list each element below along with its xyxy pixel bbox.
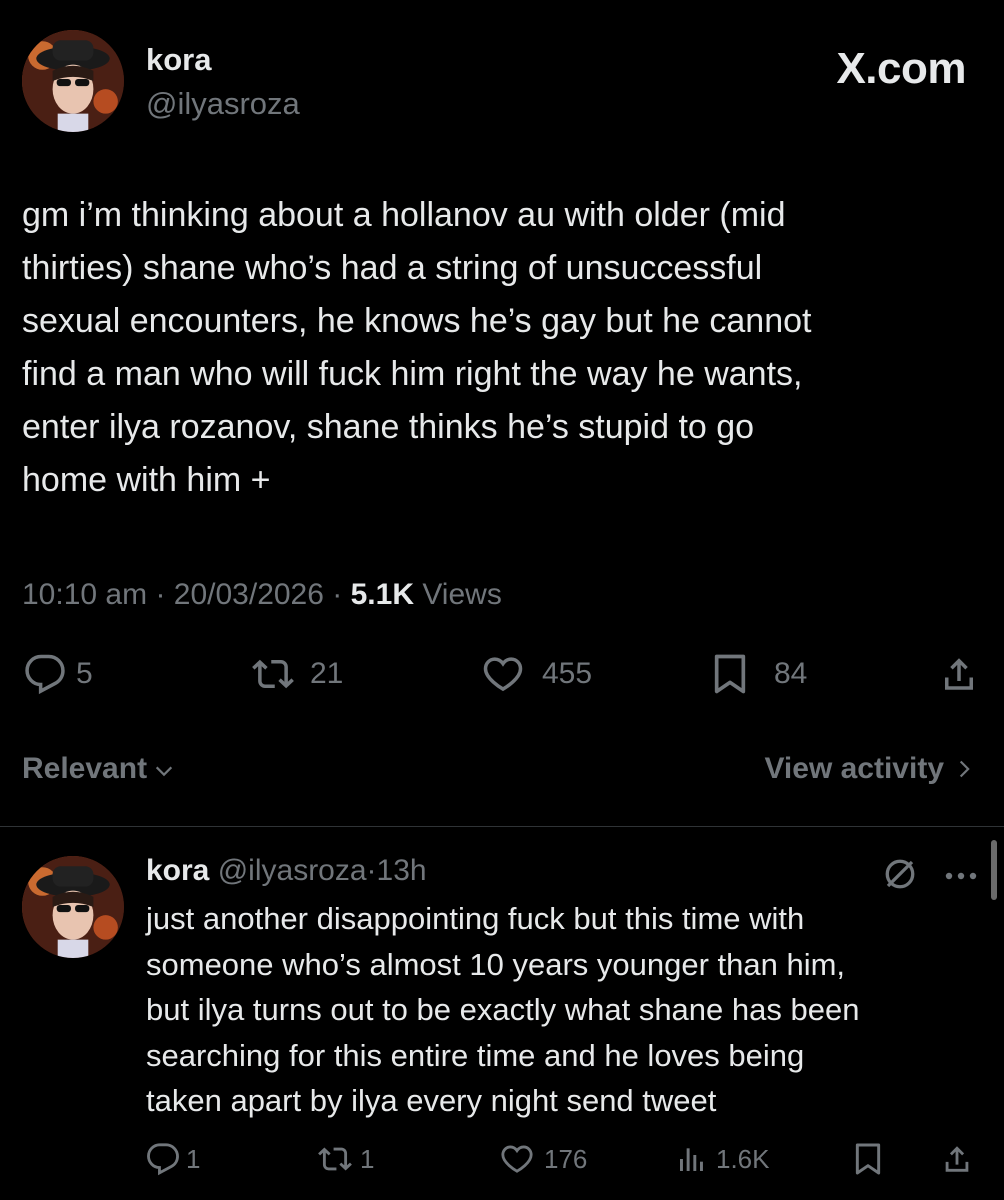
reply-repost-count: 1 bbox=[360, 1143, 375, 1174]
analytics-icon bbox=[680, 1148, 703, 1171]
share-button[interactable] bbox=[938, 652, 980, 696]
reply-views-button[interactable]: 1.6K bbox=[676, 1142, 770, 1176]
like-button[interactable]: 455 bbox=[480, 653, 592, 695]
post-text-line: home with him + bbox=[22, 461, 271, 499]
views-label: Views bbox=[422, 578, 502, 611]
meta-separator: · bbox=[332, 578, 343, 611]
reply-author-avatar[interactable] bbox=[22, 856, 124, 958]
post-text-line: enter ilya rozanov, shane thinks he’s st… bbox=[22, 408, 755, 446]
chevron-right-icon bbox=[959, 760, 970, 778]
repost-icon bbox=[318, 1147, 352, 1171]
reply-text-line: someone who’s almost 10 years younger th… bbox=[146, 946, 846, 982]
post-text-line: gm i’m thinking about a hollanov au with… bbox=[22, 196, 786, 234]
reply-bookmark-button[interactable] bbox=[852, 1141, 884, 1177]
meta-separator: · bbox=[155, 578, 166, 611]
post-meta: 10:10 am · 20/03/2026 · 5.1K Views bbox=[22, 578, 502, 612]
post-date[interactable]: 20/03/2026 bbox=[174, 578, 324, 611]
views-count: 5.1K bbox=[350, 578, 414, 611]
avatar-image bbox=[22, 856, 124, 958]
no-symbol-icon bbox=[885, 859, 915, 889]
like-count: 455 bbox=[542, 657, 593, 690]
divider bbox=[0, 826, 1004, 827]
reply-count: 5 bbox=[76, 657, 93, 690]
reply-reply-button[interactable]: 1 bbox=[146, 1142, 200, 1176]
reply-text-line: just another disappointing fuck but this… bbox=[146, 901, 805, 936]
author-avatar[interactable] bbox=[22, 30, 124, 132]
share-icon bbox=[945, 658, 973, 690]
repost-count: 21 bbox=[310, 657, 344, 690]
repost-button[interactable]: 21 bbox=[250, 653, 343, 695]
avatar-image bbox=[22, 30, 124, 132]
reply-icon bbox=[25, 654, 65, 695]
author-name[interactable]: kora bbox=[146, 42, 211, 78]
reply-views-count: 1.6K bbox=[716, 1143, 770, 1174]
author-handle[interactable]: @ilyasroza bbox=[146, 86, 300, 122]
reply-text-line: but ilya turns out to be exactly what sh… bbox=[146, 992, 860, 1027]
post-text: gm i’m thinking about a hollanov au with… bbox=[22, 189, 982, 507]
repost-icon bbox=[252, 659, 294, 689]
more-button[interactable] bbox=[944, 868, 978, 886]
reply-text: just another disappointing fuck but this… bbox=[146, 896, 986, 1124]
reply-reply-count: 1 bbox=[186, 1143, 201, 1174]
reply-repost-button[interactable]: 1 bbox=[316, 1142, 374, 1176]
post-text-line: thirties) shane who’s had a string of un… bbox=[22, 249, 763, 287]
view-activity-label: View activity bbox=[764, 752, 944, 785]
reply-header: kora @ilyasroza·13h bbox=[146, 854, 427, 888]
site-label: X.com bbox=[836, 44, 966, 93]
bookmark-button[interactable]: 84 bbox=[710, 651, 807, 697]
reply-button[interactable]: 5 bbox=[24, 653, 93, 695]
bookmark-icon bbox=[714, 654, 746, 694]
reply-author-name[interactable]: kora bbox=[146, 854, 209, 887]
reply-separator: · bbox=[366, 854, 377, 887]
chevron-down-icon bbox=[155, 766, 173, 777]
reply-icon bbox=[147, 1143, 179, 1176]
more-icon bbox=[945, 872, 977, 880]
share-icon bbox=[945, 1146, 969, 1172]
reply-like-button[interactable]: 176 bbox=[498, 1142, 587, 1176]
post-text-line: find a man who will fuck him right the w… bbox=[22, 355, 803, 393]
reply-share-button[interactable] bbox=[940, 1141, 974, 1177]
muted-thread-button[interactable] bbox=[882, 856, 918, 897]
reply-text-line: searching for this entire time and he lo… bbox=[146, 1037, 805, 1073]
reply-like-count: 176 bbox=[544, 1143, 588, 1174]
heart-icon bbox=[483, 657, 523, 692]
post-text-line: sexual encounters, he knows he’s gay but… bbox=[22, 302, 812, 340]
sort-dropdown[interactable]: Relevant bbox=[22, 752, 175, 786]
view-activity-link[interactable]: View activity bbox=[764, 752, 974, 786]
reply-age[interactable]: 13h bbox=[377, 854, 427, 887]
post-time[interactable]: 10:10 am bbox=[22, 578, 147, 611]
bookmark-count: 84 bbox=[774, 657, 808, 690]
bookmark-icon bbox=[855, 1143, 881, 1175]
scrollbar[interactable] bbox=[991, 840, 997, 900]
sort-label: Relevant bbox=[22, 752, 148, 785]
reply-text-line: taken apart by ilya every night send twe… bbox=[146, 1083, 717, 1118]
heart-icon bbox=[501, 1145, 533, 1173]
reply-author-handle[interactable]: @ilyasroza bbox=[218, 854, 367, 887]
